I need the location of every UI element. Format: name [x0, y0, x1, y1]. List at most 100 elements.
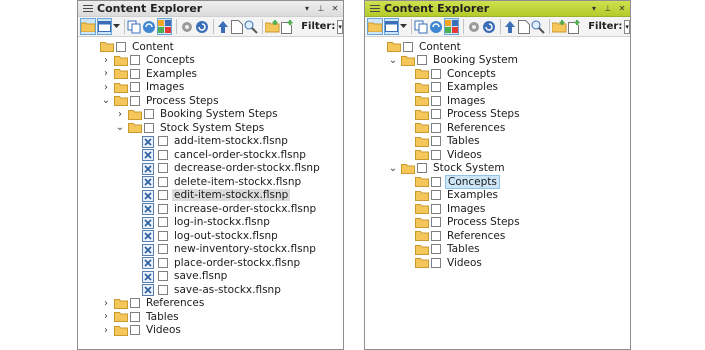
new-folder-icon[interactable] — [265, 18, 280, 35]
tree-item[interactable]: Examples — [401, 189, 500, 203]
tree-item-checkbox[interactable] — [431, 244, 441, 255]
tree-item-checkbox[interactable] — [431, 82, 441, 93]
expand-chevron-icon[interactable]: › — [100, 54, 112, 66]
tree-item[interactable]: Process Steps — [401, 216, 522, 230]
pin-icon[interactable]: ⊥ — [315, 2, 327, 16]
document-icon[interactable] — [230, 18, 243, 35]
tree-item-checkbox[interactable] — [431, 257, 441, 268]
tree-item-checkbox[interactable] — [431, 176, 441, 187]
tree-item-checkbox[interactable] — [158, 176, 168, 187]
thumbnails-icon[interactable] — [157, 18, 173, 35]
dropdown-menu-icon[interactable]: ▾ — [301, 2, 313, 16]
tree-item[interactable]: References — [401, 229, 507, 243]
tree-item[interactable]: Content — [373, 40, 463, 54]
tree-item[interactable]: Tables — [401, 243, 482, 257]
tree-item-checkbox[interactable] — [158, 284, 168, 295]
refresh-icon[interactable] — [195, 18, 209, 35]
collapse-chevron-icon[interactable]: ⌄ — [114, 122, 126, 134]
tree-item-checkbox[interactable] — [130, 68, 140, 79]
copy-icon[interactable] — [414, 18, 428, 35]
sync-icon[interactable] — [142, 18, 156, 35]
tree-item-checkbox[interactable] — [403, 41, 413, 52]
tree-item-checkbox[interactable] — [431, 190, 441, 201]
tree-item-checkbox[interactable] — [130, 325, 140, 336]
tree-item-checkbox[interactable] — [431, 95, 441, 106]
tree-item-checkbox[interactable] — [130, 82, 140, 93]
tree-item-checkbox[interactable] — [158, 136, 168, 147]
tree-item-checkbox[interactable] — [130, 95, 140, 106]
copy-icon[interactable] — [127, 18, 141, 35]
tree-item-checkbox[interactable] — [158, 244, 168, 255]
tree-item-checkbox[interactable] — [431, 109, 441, 120]
expand-chevron-icon[interactable]: › — [100, 297, 112, 309]
tree-item-checkbox[interactable] — [431, 68, 441, 79]
collapse-chevron-icon[interactable]: ⌄ — [387, 162, 399, 174]
panel-titlebar[interactable]: Content Explorer ▾ ⊥ ✕ — [365, 1, 630, 17]
tree-item[interactable]: ⌄ Stock System Steps — [114, 121, 266, 135]
tree-item[interactable]: log-out-stockx.flsnp — [128, 229, 280, 243]
tree-item[interactable]: log-in-stockx.flsnp — [128, 216, 272, 230]
dropdown-arrow-icon[interactable] — [113, 18, 120, 35]
tree-item[interactable]: delete-item-stockx.flsnp — [128, 175, 303, 189]
filter-dropdown[interactable]: ▾ — [337, 19, 343, 34]
tree-item[interactable]: Content — [86, 40, 176, 54]
tree-item[interactable]: › Videos — [100, 324, 183, 338]
new-folder-icon[interactable] — [552, 18, 567, 35]
layout-icon[interactable] — [97, 18, 112, 35]
tree-item-checkbox[interactable] — [116, 41, 126, 52]
tree-item[interactable]: add-item-stockx.flsnp — [128, 135, 290, 149]
tree-item[interactable]: save-as-stockx.flsnp — [128, 283, 283, 297]
new-file-icon[interactable] — [568, 18, 581, 35]
tree-item[interactable]: Tables — [401, 135, 482, 149]
tree-item-checkbox[interactable] — [417, 55, 427, 66]
settings-icon[interactable] — [467, 18, 481, 35]
tree-item-checkbox[interactable] — [144, 109, 154, 120]
close-icon[interactable]: ✕ — [616, 2, 628, 16]
tree-item[interactable]: cancel-order-stockx.flsnp — [128, 148, 308, 162]
tree-item-checkbox[interactable] — [431, 122, 441, 133]
tree-item[interactable]: Videos — [401, 148, 484, 162]
expand-chevron-icon[interactable]: › — [100, 324, 112, 336]
tree-item[interactable]: › Concepts — [100, 54, 197, 68]
tree-item[interactable]: decrease-order-stockx.flsnp — [128, 162, 322, 176]
tree-item-checkbox[interactable] — [431, 217, 441, 228]
refresh-icon[interactable] — [482, 18, 496, 35]
expand-chevron-icon[interactable]: › — [114, 108, 126, 120]
thumbnails-icon[interactable] — [444, 18, 460, 35]
tree-item[interactable]: Images — [401, 202, 487, 216]
collapse-chevron-icon[interactable]: ⌄ — [100, 95, 112, 107]
folder-view-icon[interactable] — [80, 18, 96, 35]
grip-icon[interactable] — [81, 1, 95, 17]
expand-chevron-icon[interactable]: › — [100, 68, 112, 80]
dropdown-arrow-icon[interactable] — [400, 18, 407, 35]
tree-item-checkbox[interactable] — [158, 257, 168, 268]
tree-item-checkbox[interactable] — [144, 122, 154, 133]
document-icon[interactable] — [517, 18, 530, 35]
tree-item-checkbox[interactable] — [431, 149, 441, 160]
tree-item-checkbox[interactable] — [158, 149, 168, 160]
zoom-icon[interactable] — [244, 18, 258, 35]
tree-item[interactable]: ⌄ Stock System — [387, 162, 507, 176]
tree-item-checkbox[interactable] — [130, 298, 140, 309]
tree-item-checkbox[interactable] — [158, 230, 168, 241]
tree-item-checkbox[interactable] — [431, 230, 441, 241]
tree-item[interactable]: › Examples — [100, 67, 199, 81]
tree-item-checkbox[interactable] — [158, 190, 168, 201]
layout-icon[interactable] — [384, 18, 399, 35]
tree-item-checkbox[interactable] — [417, 163, 427, 174]
tree-item-checkbox[interactable] — [158, 203, 168, 214]
close-icon[interactable]: ✕ — [329, 2, 341, 16]
filter-dropdown[interactable]: ▾ — [624, 19, 630, 34]
tree-item[interactable]: Concepts — [401, 174, 500, 189]
upload-icon[interactable] — [503, 18, 517, 35]
tree-item-checkbox[interactable] — [130, 55, 140, 66]
panel-titlebar[interactable]: Content Explorer ▾ ⊥ ✕ — [78, 1, 343, 17]
tree-item[interactable]: Videos — [401, 256, 484, 270]
tree-item[interactable]: ⌄ Booking System — [387, 54, 520, 68]
tree-item[interactable]: Images — [401, 94, 487, 108]
tree-item-checkbox[interactable] — [158, 217, 168, 228]
settings-icon[interactable] — [180, 18, 194, 35]
expand-chevron-icon[interactable]: › — [100, 81, 112, 93]
tree-item[interactable]: Process Steps — [401, 108, 522, 122]
tree-item[interactable]: save.flsnp — [128, 270, 229, 284]
